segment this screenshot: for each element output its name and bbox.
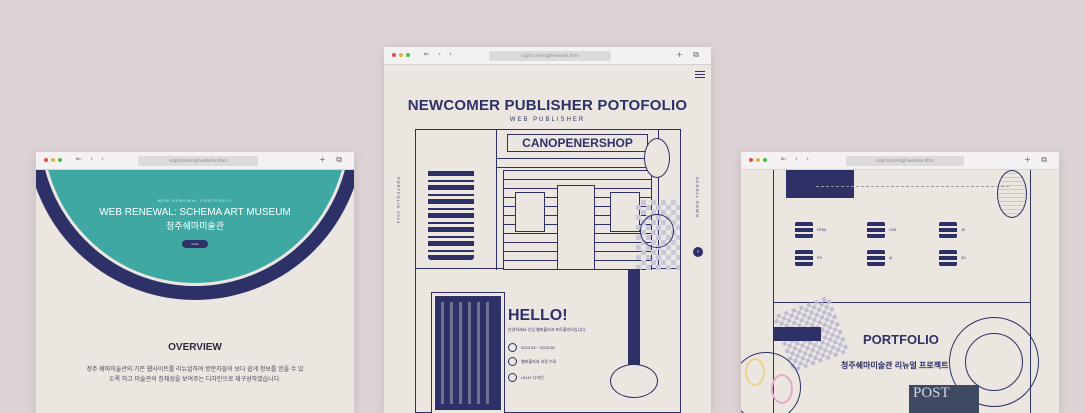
hero-title: WEB RENEWAL: SCHEMA ART MUSEUM <box>99 207 291 218</box>
new-tab-icon[interactable]: + ⧉ <box>319 155 346 165</box>
profile-illustration <box>431 292 505 413</box>
hero-title-korean: 청주쉐마미술관 <box>166 221 224 231</box>
browser-toolbar: ⇤ ‹ › ezgif.com/ezgif-website.html + ⧉ <box>36 152 354 170</box>
side-label-left: PORTFOLIO 2023 <box>396 177 401 225</box>
browser-window-skills-portfolio: ⇤ ‹ › ezgif.com/ezgif-website.html + ⧉ H… <box>741 152 1059 413</box>
skill-item: XD <box>939 250 999 266</box>
can-icon <box>939 250 957 266</box>
shop-door <box>557 185 595 270</box>
browser-toolbar: ⇤ ‹ › ezgif.com/ezgif-website.html + ⧉ <box>384 47 711 65</box>
skill-item: AI <box>867 250 927 266</box>
info-icon <box>508 343 517 352</box>
overview-paragraph: 청주 쉐마미술관의 기존 웹사이트를 리뉴얼하여 방문자들이 보다 쉽게 정보를… <box>86 367 304 383</box>
navigation-icons[interactable]: ⇤ ‹ › <box>781 155 812 163</box>
new-tab-icon[interactable]: + ⧉ <box>1024 155 1051 165</box>
minimize-window-icon[interactable] <box>399 53 403 57</box>
hero-banner: WEB RENEWAL PORTFOLIO WEB RENEWAL: SCHEM… <box>36 170 354 300</box>
globe-illustration <box>997 170 1027 218</box>
portfolio-project-title[interactable]: 청주쉐마미술관 리뉴얼 프로젝트 <box>841 360 948 371</box>
info-item: 웹퍼블리셔 과정 수료 <box>508 357 556 366</box>
info-icon <box>508 357 517 366</box>
browser-toolbar: ⇤ ‹ › ezgif.com/ezgif-website.html + ⧉ <box>741 152 1059 170</box>
minimize-window-icon[interactable] <box>51 158 55 162</box>
navigation-icons[interactable]: ⇤ ‹ › <box>76 155 107 163</box>
shopfront-illustration: CANOPENERSHOP <box>496 130 659 270</box>
hero-eyebrow: WEB RENEWAL PORTFOLIO <box>157 198 233 203</box>
can-icon <box>939 222 957 238</box>
browser-window-portfolio-home: ⇤ ‹ › ezgif.com/ezgif-website.html + ⧉ N… <box>384 47 711 413</box>
hamburger-menu-icon[interactable] <box>695 71 705 78</box>
skill-item: PS <box>795 250 855 266</box>
yellow-ring-illustration <box>745 358 765 386</box>
close-window-icon[interactable] <box>749 158 753 162</box>
window-controls <box>44 158 62 162</box>
minimize-window-icon[interactable] <box>756 158 760 162</box>
info-icon <box>508 373 517 382</box>
intro-section: HELLO! 안녕하세요 신입 웹퍼블리셔 포트폴리오입니다. 2023.03 … <box>415 269 681 413</box>
address-bar[interactable]: ezgif.com/ezgif-website.html <box>846 156 964 166</box>
hello-heading: HELLO! <box>508 307 568 324</box>
can-icon <box>795 222 813 238</box>
hero-text: WEB RENEWAL PORTFOLIO WEB RENEWAL: SCHEM… <box>36 198 354 250</box>
overview-heading: OVERVIEW <box>168 342 222 353</box>
maximize-window-icon[interactable] <box>58 158 62 162</box>
can-icon <box>795 250 813 266</box>
skill-item: JS <box>939 222 999 238</box>
maximize-window-icon[interactable] <box>406 53 410 57</box>
close-window-icon[interactable] <box>44 158 48 162</box>
can-icon <box>867 222 885 238</box>
close-window-icon[interactable] <box>392 53 396 57</box>
info-item: UI/UX 디자인 <box>508 373 544 382</box>
new-tab-icon[interactable]: + ⧉ <box>676 50 703 60</box>
hello-subtext: 안녕하세요 신입 웹퍼블리셔 포트폴리오입니다. <box>508 327 587 332</box>
shop-awning <box>497 158 658 168</box>
skill-item: HTML <box>795 222 855 238</box>
ladle-head-illustration <box>610 364 658 398</box>
hero-more-button[interactable]: more <box>182 240 208 248</box>
browser-window-schema-museum: ⇤ ‹ › ezgif.com/ezgif-website.html + ⧉ W… <box>36 152 354 413</box>
can-stack-illustration <box>428 168 474 260</box>
info-item: 2023.03 ~ 2023.08 <box>508 343 554 352</box>
hands-illustration <box>786 170 854 198</box>
window-controls <box>749 158 767 162</box>
maximize-window-icon[interactable] <box>763 158 767 162</box>
pink-ring-illustration <box>771 374 793 404</box>
ladle-handle-illustration <box>628 269 640 369</box>
shop-window-left <box>515 192 545 232</box>
shop-sign: CANOPENERSHOP <box>507 134 648 152</box>
navigation-icons[interactable]: ⇤ ‹ › <box>424 50 455 58</box>
side-label-right: SCROLL DOWN <box>695 177 700 218</box>
can-icon <box>867 250 885 266</box>
page-subtitle: WEB PUBLISHER <box>509 117 586 123</box>
portfolio-heading: PORTFOLIO <box>863 332 939 347</box>
address-bar[interactable]: ezgif.com/ezgif-website.html <box>138 156 258 166</box>
plate-illustration <box>640 214 674 248</box>
spoon-illustration <box>644 138 670 178</box>
page-title: NEWCOMER PUBLISHER POTOFOLIO <box>407 97 688 114</box>
next-arrow-button[interactable]: › <box>693 247 703 257</box>
divider <box>816 186 1009 187</box>
window-controls <box>392 53 410 57</box>
skill-item: CSS <box>867 222 927 238</box>
post-thumbnail[interactable]: POST <box>909 385 979 413</box>
shop-illustration: CANOPENERSHOP <box>415 129 681 270</box>
utensil-illustration <box>773 327 821 341</box>
address-bar[interactable]: ezgif.com/ezgif-website.html <box>489 51 611 61</box>
